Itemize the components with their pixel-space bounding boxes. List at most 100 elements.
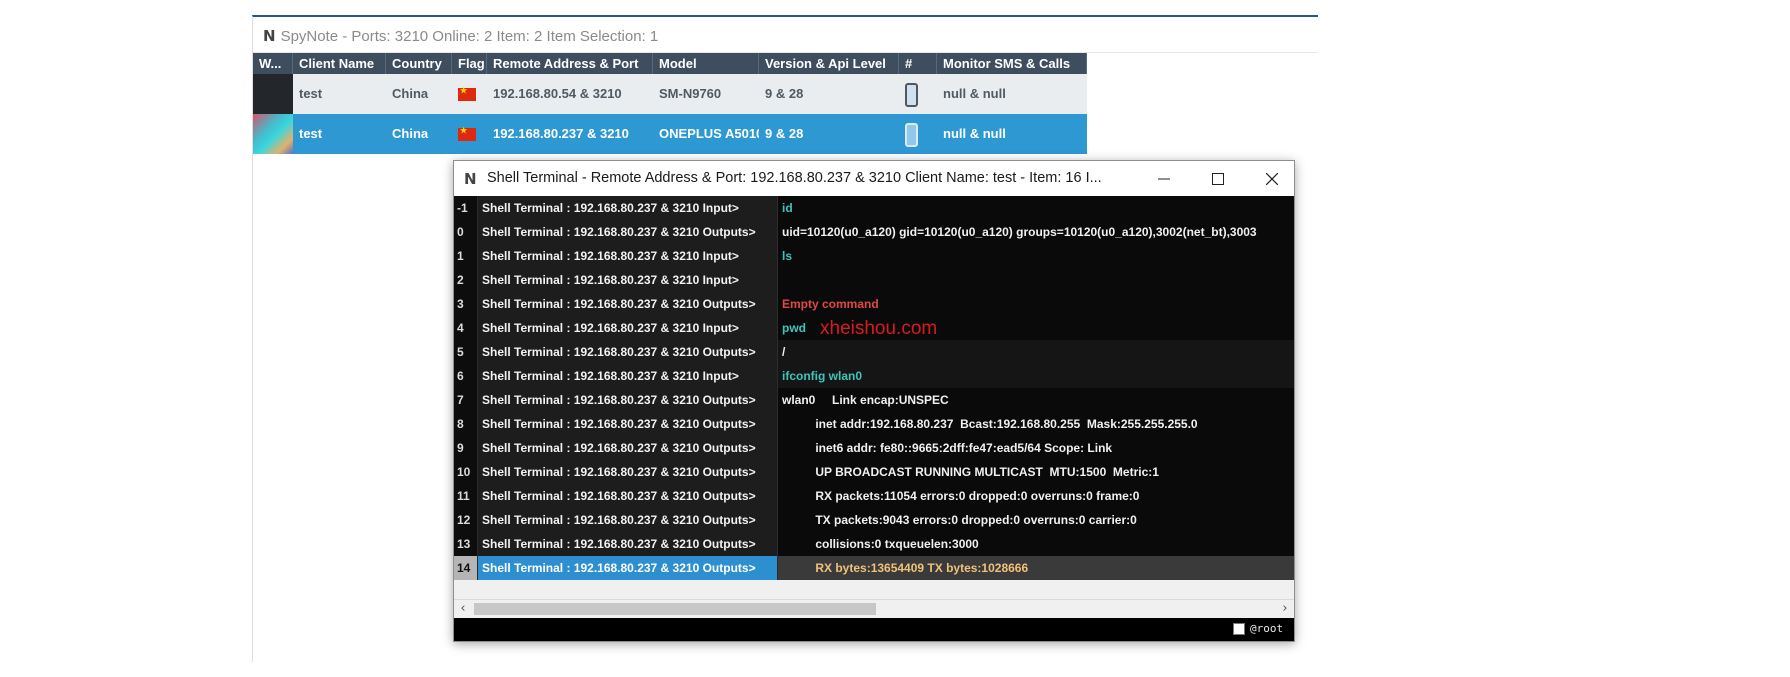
china-flag-icon (452, 114, 487, 154)
table-row[interactable]: test China 192.168.80.237 & 3210 ONEPLUS… (253, 114, 1087, 154)
row-number: 10 (454, 460, 478, 484)
row-number: 5 (454, 340, 478, 364)
terminal-row[interactable]: 7 Shell Terminal : 192.168.80.237 & 3210… (454, 388, 1294, 412)
scrollbar-thumb[interactable] (474, 603, 876, 615)
root-label: @root (1250, 622, 1284, 635)
row-text: id (782, 201, 793, 215)
terminal-title-bar[interactable]: N Shell Terminal - Remote Address & Port… (454, 161, 1294, 196)
row-prefix: Shell Terminal : 192.168.80.237 & 3210 I… (478, 244, 778, 268)
client-name-cell: test (299, 86, 323, 101)
row-number: 14 (454, 556, 478, 580)
row-text: inet addr:192.168.80.237 Bcast:192.168.8… (782, 417, 1198, 431)
version-cell: 9 & 28 (765, 86, 804, 101)
row-number: -1 (454, 196, 478, 220)
row-prefix: Shell Terminal : 192.168.80.237 & 3210 I… (478, 364, 778, 388)
row-prefix: Shell Terminal : 192.168.80.237 & 3210 I… (478, 268, 778, 292)
column-header[interactable]: Version & Api Level (759, 53, 899, 74)
clients-table: W... Client Name Country Flag Remote Add… (253, 53, 1087, 154)
column-header[interactable]: Model (653, 53, 759, 74)
row-prefix: Shell Terminal : 192.168.80.237 & 3210 O… (478, 340, 778, 364)
row-number: 9 (454, 436, 478, 460)
terminal-output-list[interactable]: -1 Shell Terminal : 192.168.80.237 & 321… (454, 196, 1294, 580)
command-input[interactable] (456, 620, 1224, 639)
minimize-button[interactable] (1138, 161, 1190, 196)
close-button[interactable] (1246, 161, 1298, 196)
wallpaper-thumbnail (253, 114, 293, 154)
row-text: inet6 addr: fe80::9665:2dff:fe47:ead5/64… (782, 441, 1113, 455)
phone-icon (899, 114, 937, 154)
monitor-cell: null & null (943, 126, 1006, 141)
row-text: uid=10120(u0_a120) gid=10120(u0_a120) gr… (782, 225, 1257, 239)
row-prefix: Shell Terminal : 192.168.80.237 & 3210 O… (478, 508, 778, 532)
terminal-row[interactable]: 5 Shell Terminal : 192.168.80.237 & 3210… (454, 340, 1294, 364)
wallpaper-thumbnail (253, 74, 293, 114)
monitor-cell: null & null (943, 86, 1006, 101)
row-text: TX packets:9043 errors:0 dropped:0 overr… (782, 513, 1137, 527)
version-cell: 9 & 28 (765, 126, 804, 141)
row-number: 1 (454, 244, 478, 268)
row-number: 6 (454, 364, 478, 388)
maximize-icon (1212, 172, 1224, 185)
column-header[interactable]: Remote Address & Port (487, 53, 653, 74)
row-number: 0 (454, 220, 478, 244)
shell-terminal-window: N Shell Terminal - Remote Address & Port… (453, 160, 1295, 642)
model-cell: ONEPLUS A5010 (659, 126, 759, 141)
terminal-title: Shell Terminal - Remote Address & Port: … (487, 170, 1102, 186)
window-title: SpyNote - Ports: 3210 Online: 2 Item: 2 … (280, 27, 659, 45)
row-text: / (778, 340, 1294, 364)
spynote-logo-icon: N (263, 27, 276, 45)
terminal-row[interactable]: -1 Shell Terminal : 192.168.80.237 & 321… (454, 196, 1294, 220)
scroll-left-icon[interactable]: ‹ (454, 600, 472, 618)
terminal-row[interactable]: 12 Shell Terminal : 192.168.80.237 & 321… (454, 508, 1294, 532)
column-header[interactable]: Monitor SMS & Calls (937, 53, 1087, 74)
spynote-logo-icon: N (464, 170, 477, 188)
terminal-row[interactable]: 1 Shell Terminal : 192.168.80.237 & 3210… (454, 244, 1294, 268)
row-text: RX packets:11054 errors:0 dropped:0 over… (782, 489, 1140, 503)
command-bar: @root (454, 618, 1294, 641)
row-prefix: Shell Terminal : 192.168.80.237 & 3210 O… (478, 412, 778, 436)
row-number: 2 (454, 268, 478, 292)
row-text: UP BROADCAST RUNNING MULTICAST MTU:1500 … (782, 465, 1159, 479)
column-header[interactable]: Country (386, 53, 452, 74)
terminal-row[interactable]: 6 Shell Terminal : 192.168.80.237 & 3210… (454, 364, 1294, 388)
model-cell: SM-N9760 (659, 86, 722, 101)
terminal-row[interactable]: 10 Shell Terminal : 192.168.80.237 & 321… (454, 460, 1294, 484)
maximize-button[interactable] (1192, 161, 1244, 196)
terminal-row[interactable]: 13 Shell Terminal : 192.168.80.237 & 321… (454, 532, 1294, 556)
phone-icon (899, 74, 937, 114)
column-header[interactable]: Flag (452, 53, 487, 74)
column-header[interactable]: Client Name (293, 53, 386, 74)
terminal-row[interactable]: 11 Shell Terminal : 192.168.80.237 & 321… (454, 484, 1294, 508)
row-text: ls (782, 249, 793, 263)
column-header[interactable]: # (899, 53, 937, 74)
row-text (778, 268, 1294, 292)
row-number: 8 (454, 412, 478, 436)
root-checkbox[interactable] (1233, 623, 1245, 635)
table-row[interactable]: test China 192.168.80.54 & 3210 SM-N9760… (253, 74, 1087, 114)
column-header[interactable]: W... (253, 53, 293, 74)
terminal-row[interactable]: 0 Shell Terminal : 192.168.80.237 & 3210… (454, 220, 1294, 244)
row-number: 12 (454, 508, 478, 532)
terminal-row[interactable]: 8 Shell Terminal : 192.168.80.237 & 3210… (454, 412, 1294, 436)
terminal-row-selected[interactable]: 14 Shell Terminal : 192.168.80.237 & 321… (454, 556, 1294, 580)
terminal-row[interactable]: 9 Shell Terminal : 192.168.80.237 & 3210… (454, 436, 1294, 460)
horizontal-scrollbar[interactable]: ‹ › (454, 599, 1294, 618)
row-text: Empty command (782, 297, 879, 311)
row-prefix: Shell Terminal : 192.168.80.237 & 3210 O… (478, 460, 778, 484)
row-prefix: Shell Terminal : 192.168.80.237 & 3210 O… (478, 436, 778, 460)
terminal-row[interactable]: 2 Shell Terminal : 192.168.80.237 & 3210… (454, 268, 1294, 292)
row-prefix: Shell Terminal : 192.168.80.237 & 3210 O… (478, 220, 778, 244)
row-text: collisions:0 txqueuelen:3000 (782, 537, 979, 551)
country-cell: China (392, 86, 429, 101)
window-title-bar: N SpyNote - Ports: 3210 Online: 2 Item: … (263, 26, 658, 46)
scroll-right-icon[interactable]: › (1276, 600, 1294, 618)
row-prefix: Shell Terminal : 192.168.80.237 & 3210 O… (478, 484, 778, 508)
minimize-icon (1158, 178, 1170, 179)
terminal-row[interactable]: 3 Shell Terminal : 192.168.80.237 & 3210… (454, 292, 1294, 316)
row-prefix: Shell Terminal : 192.168.80.237 & 3210 I… (478, 196, 778, 220)
china-flag-icon (452, 74, 487, 114)
table-header: W... Client Name Country Flag Remote Add… (253, 53, 1087, 74)
row-prefix: Shell Terminal : 192.168.80.237 & 3210 O… (478, 556, 778, 580)
address-cell: 192.168.80.237 & 3210 (493, 126, 629, 141)
row-text: ifconfig wlan0 (778, 364, 1294, 388)
